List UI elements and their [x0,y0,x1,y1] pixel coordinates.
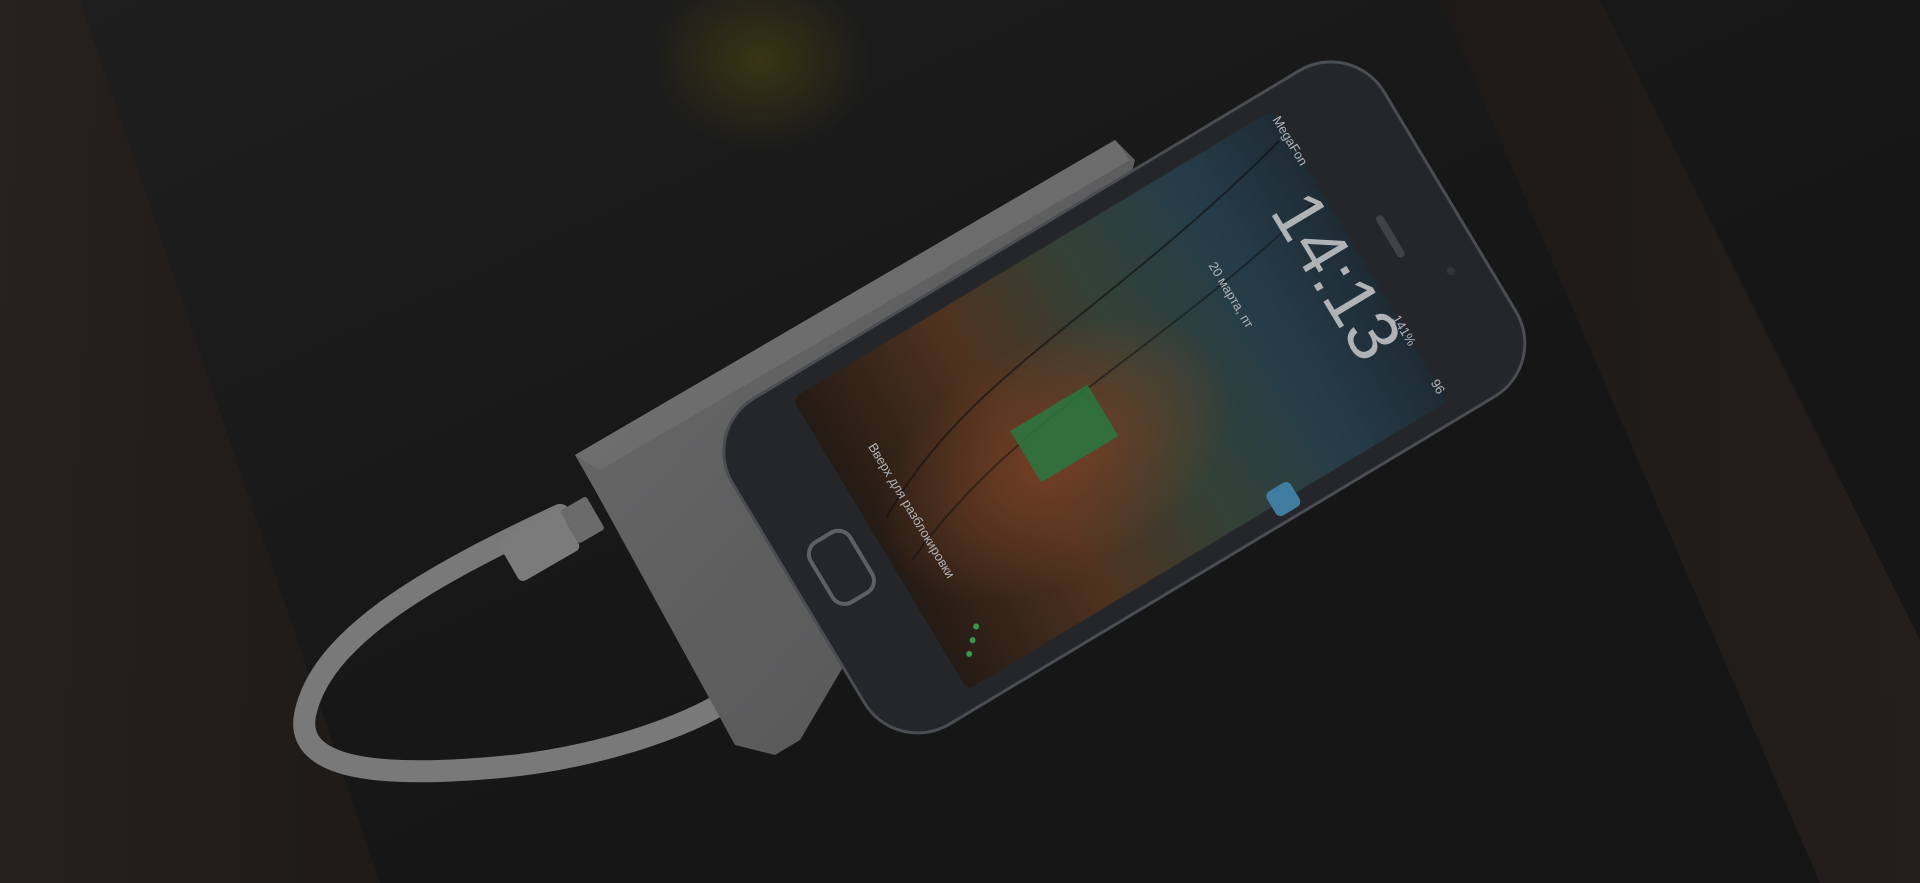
photo-canvas: MegaFon 141% 96 14:13 20 марта, пт Вверх… [0,0,1920,883]
photo-scene: MegaFon 141% 96 14:13 20 марта, пт Вверх… [0,0,1920,883]
